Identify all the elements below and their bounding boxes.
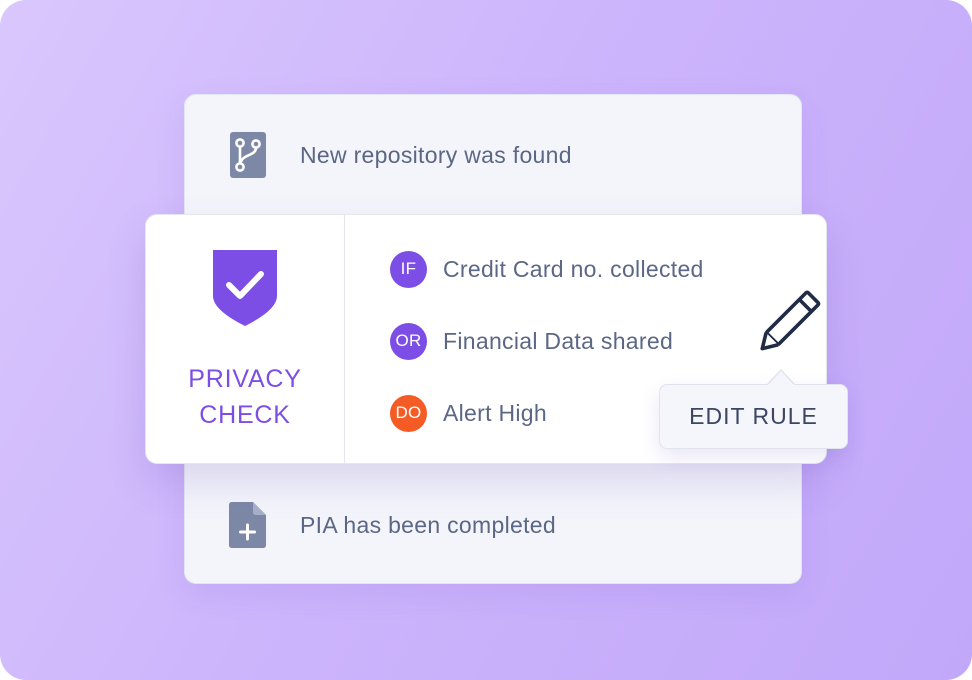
condition-label: Alert High — [443, 399, 547, 426]
pencil-icon[interactable] — [750, 280, 836, 360]
privacy-check-title: PRIVACY — [188, 365, 302, 393]
rule-action-do[interactable]: DO Alert High — [390, 394, 547, 432]
tooltip-caret — [768, 371, 794, 385]
privacy-check-subtitle: CHECK — [199, 401, 291, 429]
rule-condition-if[interactable]: IF Credit Card no. collected — [390, 250, 704, 288]
rule-condition-or[interactable]: OR Financial Data shared — [390, 322, 673, 360]
feed-item-pia[interactable]: PIA has been completed — [228, 502, 748, 548]
condition-label: Financial Data shared — [443, 327, 674, 354]
card-divider — [344, 215, 345, 463]
or-badge: OR — [390, 322, 427, 360]
feed-item-text: New repository was found — [300, 141, 572, 168]
shield-check-icon — [211, 248, 279, 328]
do-badge: DO — [390, 394, 427, 432]
feed-item-repository[interactable]: New repository was found — [228, 132, 748, 178]
git-branch-icon — [228, 132, 268, 178]
edit-rule-button[interactable]: EDIT RULE — [659, 384, 848, 449]
feed-item-text: PIA has been completed — [300, 511, 556, 538]
if-badge: IF — [390, 250, 427, 288]
file-add-icon — [228, 502, 268, 548]
condition-label: Credit Card no. collected — [443, 255, 704, 282]
